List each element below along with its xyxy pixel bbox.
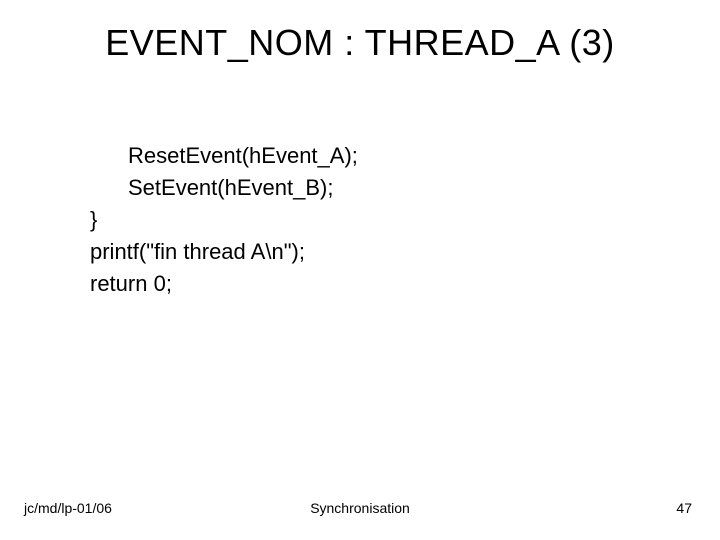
code-line: printf("fin thread A\n"); <box>90 239 305 264</box>
slide: EVENT_NOM : THREAD_A (3) ResetEvent(hEve… <box>0 0 720 540</box>
code-line: } <box>90 207 97 232</box>
code-line: ResetEvent(hEvent_A); <box>90 140 358 172</box>
code-block: ResetEvent(hEvent_A); SetEvent(hEvent_B)… <box>90 140 358 299</box>
footer-center: Synchronisation <box>0 500 720 516</box>
code-line: return 0; <box>90 271 172 296</box>
slide-title: EVENT_NOM : THREAD_A (3) <box>0 22 720 64</box>
code-line: SetEvent(hEvent_B); <box>90 172 358 204</box>
footer-page-number: 47 <box>676 500 692 516</box>
